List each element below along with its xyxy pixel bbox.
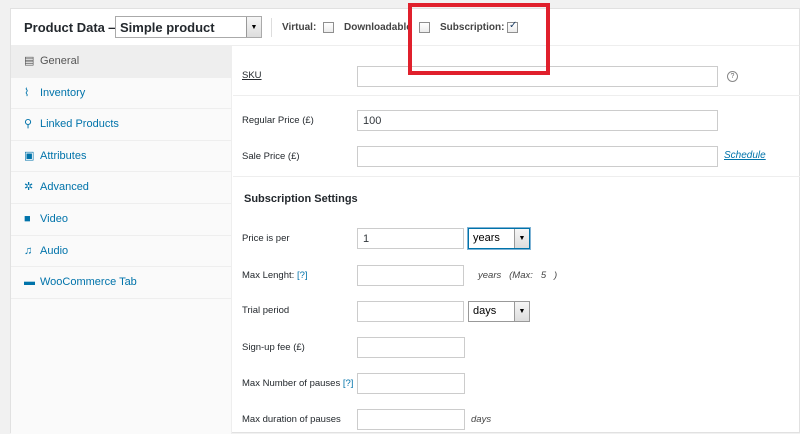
tab-woocommerce-tab[interactable]: ▬ WooCommerce Tab — [11, 267, 231, 299]
max-pauses-label: Max Number of pauses [?] — [242, 378, 353, 389]
tab-label: Video — [40, 212, 68, 225]
sku-input[interactable] — [357, 66, 718, 87]
list-icon: ▣ — [24, 149, 35, 162]
tab-advanced[interactable]: ✲ Advanced — [11, 172, 231, 204]
virtual-checkbox[interactable] — [323, 22, 334, 33]
downloadable-label: Downloadable — [344, 22, 412, 33]
music-icon: ♫ — [24, 244, 33, 257]
regular-price-label: Regular Price (£) — [242, 115, 314, 126]
gear-icon: ✲ — [24, 181, 34, 194]
max-length-label: Max Lenght: [?] — [242, 270, 308, 281]
max-length-label-text: Max Lenght: — [242, 270, 295, 281]
tab-label: Inventory — [40, 86, 86, 99]
header-divider — [271, 18, 272, 37]
product-data-tabs: ▤ General ⌇ Inventory ⚲ Linked Products … — [11, 46, 232, 434]
sale-price-input[interactable] — [357, 146, 718, 167]
help-link[interactable]: [?] — [343, 378, 354, 389]
price-per-unit-value: years — [473, 232, 500, 244]
tab-label: Advanced — [40, 181, 89, 194]
general-options-panel: SKU ? Regular Price (£) Sale Price (£) S… — [233, 46, 800, 434]
wrench-icon: ▤ — [24, 55, 35, 67]
schedule-link[interactable]: Schedule — [724, 150, 766, 161]
help-link[interactable]: [?] — [297, 270, 308, 281]
tab-general[interactable]: ▤ General — [11, 46, 231, 78]
tab-inventory[interactable]: ⌇ Inventory — [11, 78, 231, 110]
tab-label: Linked Products — [40, 118, 119, 131]
trial-unit-select[interactable]: days ▼ — [468, 301, 530, 322]
product-data-panel: Product Data — Simple product ▼ Virtual:… — [10, 3, 800, 434]
product-type-value: Simple product — [120, 20, 215, 35]
chevron-down-icon[interactable]: ▼ — [246, 17, 261, 37]
sku-label: SKU — [242, 70, 262, 81]
trial-period-input[interactable] — [357, 301, 464, 322]
product-data-title: Product Data — — [24, 20, 122, 35]
max-length-input[interactable] — [357, 265, 464, 286]
product-type-select[interactable]: Simple product ▼ — [115, 16, 262, 38]
tab-audio[interactable]: ♫ Audio — [11, 236, 231, 268]
sale-price-label: Sale Price (£) — [242, 151, 300, 162]
link-icon: ⚲ — [24, 118, 33, 131]
tab-video[interactable]: ■ Video — [11, 204, 231, 236]
tab-label: WooCommerce Tab — [40, 276, 137, 289]
price-per-unit-select[interactable]: years ▼ — [468, 228, 530, 249]
subscription-label: Subscription: — [440, 22, 505, 33]
tab-label: Audio — [40, 244, 69, 257]
max-length-note: years (Max: 5 ) — [478, 270, 558, 281]
trial-period-label: Trial period — [242, 305, 290, 316]
max-pause-duration-input[interactable] — [357, 409, 465, 430]
divider — [233, 95, 800, 96]
tab-attributes[interactable]: ▣ Attributes — [11, 141, 231, 173]
divider — [233, 176, 800, 177]
help-icon[interactable]: ? — [727, 71, 738, 82]
regular-price-input[interactable] — [357, 110, 718, 131]
signup-fee-input[interactable] — [357, 337, 465, 358]
price-per-label: Price is per — [242, 233, 290, 244]
tab-label: Attributes — [40, 149, 87, 162]
product-data-header: Product Data — Simple product ▼ Virtual:… — [11, 9, 799, 46]
trial-unit-value: days — [473, 305, 497, 317]
subscription-checkbox[interactable] — [507, 20, 518, 33]
max-pauses-label-text: Max Number of pauses — [242, 378, 341, 389]
subscription-settings-title: Subscription Settings — [244, 193, 358, 205]
chevron-down-icon[interactable]: ▼ — [514, 302, 529, 321]
tab-linked-products[interactable]: ⚲ Linked Products — [11, 109, 231, 141]
video-icon: ■ — [24, 212, 31, 225]
downloadable-checkbox[interactable] — [419, 22, 430, 33]
tab-icon: ▬ — [24, 276, 35, 289]
signup-fee-label: Sign-up fee (£) — [242, 342, 305, 353]
virtual-label: Virtual: — [282, 22, 317, 33]
chevron-down-icon[interactable]: ▼ — [514, 229, 529, 248]
max-pause-duration-label: Max duration of pauses — [242, 414, 341, 425]
tab-label: General — [40, 55, 80, 67]
max-pauses-input[interactable] — [357, 373, 465, 394]
price-per-input[interactable] — [357, 228, 464, 249]
chart-icon: ⌇ — [24, 86, 30, 99]
max-pause-duration-unit: days — [471, 414, 492, 425]
